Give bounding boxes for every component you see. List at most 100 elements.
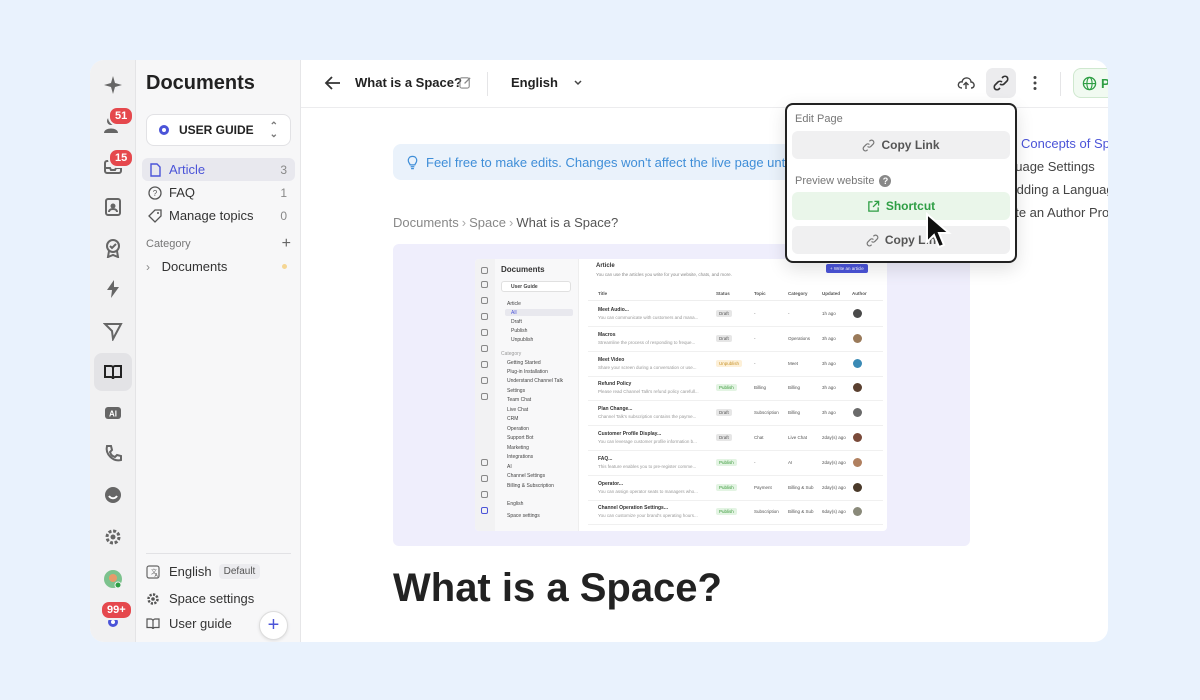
mini-row-desc: You can communicate with customers and m…: [598, 315, 699, 320]
add-button[interactable]: +: [259, 611, 288, 640]
mini-row-desc: Streamline the process of responding to …: [598, 339, 696, 345]
sidebar-item-count: 0: [280, 208, 287, 223]
mini-table-row: Operator... You can assign operator seats…: [588, 477, 883, 501]
publish-button[interactable]: P: [1073, 68, 1108, 98]
mini-row-topic: Subscription: [754, 410, 779, 416]
svg-text:AI: AI: [109, 410, 117, 419]
copy-edit-link-button[interactable]: Copy Link: [792, 131, 1010, 159]
edit-icon[interactable]: [459, 76, 472, 89]
mini-row-topic: -: [754, 459, 756, 465]
link-popup: Edit Page Copy Link Preview website? Sho…: [785, 103, 1017, 263]
breadcrumb: Documents › Space › What is a Space?: [393, 215, 619, 230]
lightning-icon[interactable]: [94, 270, 132, 308]
app-window: 51 15 AI 99+ Documents USER GUIDE ⌃ ⌄ Ar…: [90, 60, 1108, 642]
documents-icon[interactable]: [94, 353, 132, 391]
tag-icon: [148, 208, 162, 223]
space-logo-icon: [159, 125, 169, 135]
category-label: Category: [146, 238, 191, 250]
mini-row-desc: You can customize your brand's operating…: [598, 513, 698, 519]
mini-row-status: Draft: [716, 434, 732, 441]
ai-icon[interactable]: AI: [94, 394, 132, 432]
mini-row-category: Billing & Sub: [788, 484, 814, 490]
help-icon[interactable]: ?: [879, 175, 892, 187]
mini-table-row: Plan Change... Channel Talk's subscriptio…: [588, 402, 883, 427]
toc-item[interactable]: ate an Author Pro: [1008, 201, 1108, 224]
toc-item[interactable]: ic Concepts of Sp: [1008, 132, 1108, 155]
language-label: English: [169, 564, 212, 579]
language-setting[interactable]: 文A English Default: [146, 564, 261, 579]
sparkle-icon[interactable]: [94, 66, 132, 104]
mini-row-updated: 6day(s) ago: [822, 509, 846, 515]
language-selector[interactable]: English: [511, 75, 558, 90]
space-selector[interactable]: USER GUIDE ⌃ ⌄: [146, 114, 291, 146]
toc-item[interactable]: guage Settings: [1008, 155, 1108, 178]
mini-row-updated: 2day(s) ago: [822, 484, 846, 490]
svg-text:?: ?: [153, 189, 158, 198]
mini-row-category: Meet: [788, 360, 799, 366]
article-heading: What is a Space?: [393, 566, 722, 610]
mini-write-button: + Write an article: [826, 264, 868, 273]
mini-row-topic: -: [754, 311, 756, 316]
user-badge: 99+: [100, 600, 133, 620]
user-avatar[interactable]: [94, 560, 132, 598]
badge-icon[interactable]: [94, 229, 132, 267]
mini-sidebar-line: Live Chat: [507, 407, 529, 413]
document-icon: [148, 162, 162, 177]
breadcrumb-current: What is a Space?: [516, 215, 619, 230]
breadcrumb-documents[interactable]: Documents: [393, 215, 459, 230]
link-icon: [993, 75, 1009, 91]
space-settings-link[interactable]: Space settings: [146, 591, 254, 606]
add-category-button[interactable]: +: [282, 235, 291, 253]
mini-row-title: Channel Operation Settings...: [598, 505, 669, 512]
mini-row-status: Unpublish: [716, 359, 743, 367]
copy-preview-link-button[interactable]: Copy Lin: [792, 226, 1010, 254]
mini-row-topic: Chat: [754, 435, 764, 440]
mini-sidebar-line: Settings: [507, 388, 526, 394]
mini-row-title: FAQ...: [598, 455, 613, 462]
chevron-right-icon: ›: [146, 260, 150, 274]
sidebar-item-manage-topics[interactable]: Manage topics 0: [142, 204, 295, 227]
mini-row-updated: 3h ago: [822, 385, 836, 391]
space-settings-label: Space settings: [169, 591, 255, 606]
mini-row-updated: 3h ago: [822, 335, 836, 341]
icon-rail: 51 15 AI 99+: [90, 60, 136, 642]
category-header: Category +: [146, 235, 291, 253]
mini-row-avatar: [853, 507, 862, 517]
breadcrumb-space[interactable]: Space: [469, 215, 506, 230]
phone-icon[interactable]: [94, 435, 132, 473]
mini-column-header: Topic: [754, 291, 766, 296]
mini-sidebar-line: Publish: [511, 328, 528, 334]
mini-row-title: Meet Audio...: [598, 307, 629, 313]
mini-row-status: Publish: [716, 384, 737, 392]
mini-row-desc: Please read Channel Talk's refund policy…: [598, 389, 699, 395]
cloud-upload-icon: [957, 77, 975, 89]
send-icon[interactable]: [94, 312, 132, 350]
cloud-upload-button[interactable]: [951, 68, 981, 98]
mini-space: User Guide: [511, 284, 538, 290]
more-options-button[interactable]: [1020, 68, 1050, 98]
settings-icon[interactable]: [94, 518, 132, 556]
sidebar-item-article[interactable]: Article 3: [142, 158, 295, 181]
toc-item[interactable]: Adding a Languag: [1008, 178, 1108, 201]
back-arrow-icon[interactable]: [323, 73, 343, 93]
chat-bubble-icon[interactable]: [94, 476, 132, 514]
mini-row-updated: 1h ago: [822, 311, 836, 316]
mini-row-status: Publish: [716, 458, 737, 466]
mini-header: Article: [596, 263, 615, 269]
lightbulb-icon: [407, 155, 418, 169]
mini-row-avatar: [853, 309, 862, 318]
mini-column-header: Status: [716, 291, 730, 296]
user-guide-link[interactable]: User guide: [146, 616, 232, 631]
contact-book-icon[interactable]: [94, 188, 132, 226]
sidebar-item-faq[interactable]: ? FAQ 1: [142, 181, 295, 204]
mini-sidebar-line: Draft: [511, 319, 522, 325]
mini-row-avatar: [853, 333, 862, 343]
category-item-documents[interactable]: › Documents: [146, 259, 291, 274]
article-image: Documents User Guide Article All Draft P…: [393, 244, 970, 546]
copy-link-label: Copy Link: [881, 138, 940, 152]
mini-sidebar-line: CRM: [507, 416, 519, 422]
mini-table-row: Refund Policy Please read Channel Talk's …: [588, 377, 883, 402]
link-button[interactable]: [986, 68, 1016, 98]
shortcut-button[interactable]: Shortcut: [792, 192, 1010, 220]
mini-row-status: Draft: [716, 409, 732, 417]
